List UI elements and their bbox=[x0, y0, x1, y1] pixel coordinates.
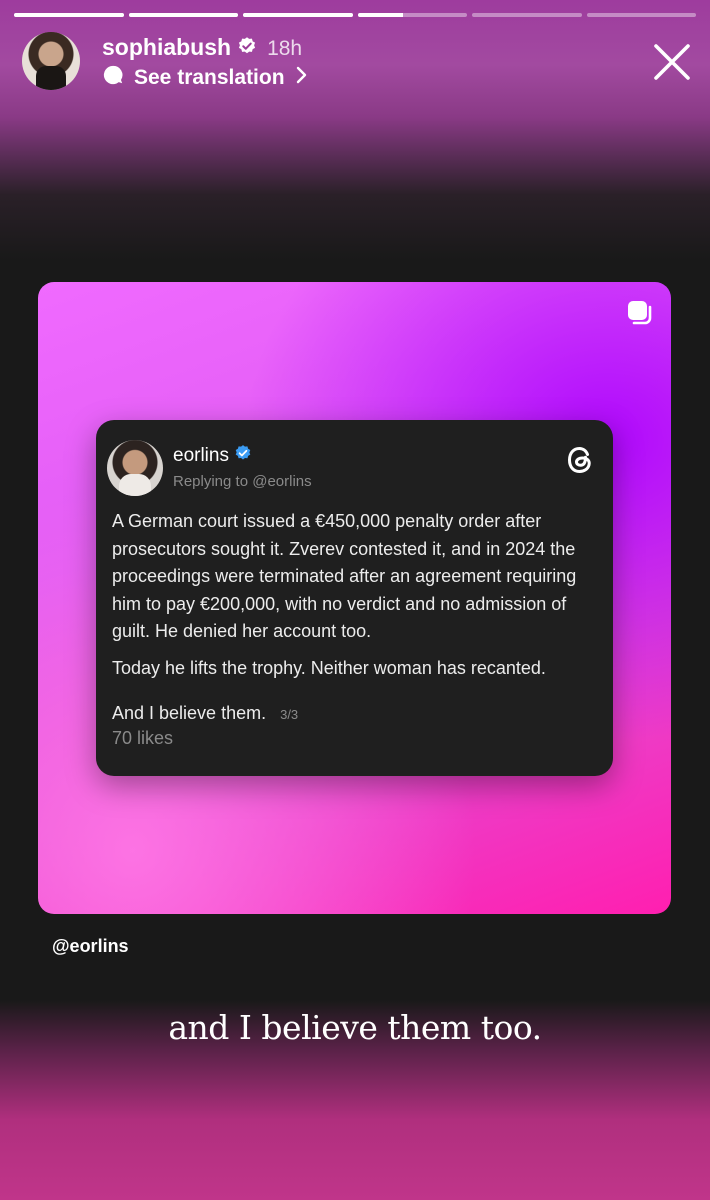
story-header: sophiabush 18h See translation bbox=[22, 30, 692, 90]
stack-icon[interactable] bbox=[625, 298, 655, 328]
username-row[interactable]: sophiabush 18h bbox=[102, 34, 302, 62]
story-progress-segment bbox=[472, 13, 582, 17]
story-progress-bar bbox=[14, 13, 696, 17]
shared-post-card[interactable]: eorlins Replying to @eorlins A German co… bbox=[38, 282, 671, 914]
story-progress-segment bbox=[586, 13, 696, 17]
likes-count[interactable]: 70 likes bbox=[112, 728, 173, 749]
post-username: eorlins bbox=[173, 445, 229, 467]
story-progress-segment bbox=[128, 13, 238, 17]
threads-post[interactable]: eorlins Replying to @eorlins A German co… bbox=[96, 420, 613, 776]
post-paragraph: Today he lifts the trophy. Neither woman… bbox=[112, 657, 546, 678]
replying-to-label: Replying to @eorlins bbox=[173, 473, 312, 490]
threads-logo-icon bbox=[563, 442, 599, 478]
story-caption: and I believe them too. bbox=[168, 1008, 542, 1047]
translate-icon bbox=[102, 64, 124, 92]
see-translation-button[interactable]: See translation bbox=[102, 64, 309, 92]
post-paragraph-last: And I believe them. 3/3 bbox=[112, 700, 602, 729]
username[interactable]: sophiabush bbox=[102, 34, 231, 60]
mention-tag[interactable]: @eorlins bbox=[52, 936, 129, 957]
avatar[interactable] bbox=[22, 32, 80, 90]
story-progress-segment bbox=[243, 13, 353, 17]
see-translation-label: See translation bbox=[134, 66, 285, 89]
post-username-row: eorlins bbox=[173, 444, 252, 468]
post-body: A German court issued a €450,000 penalty… bbox=[112, 508, 602, 738]
page-indicator: 3/3 bbox=[280, 707, 299, 722]
story-progress-segment bbox=[357, 13, 467, 17]
chevron-right-icon bbox=[295, 66, 309, 90]
timestamp: 18h bbox=[267, 37, 303, 60]
post-paragraph: A German court issued a €450,000 penalty… bbox=[112, 511, 577, 641]
post-last-line: And I believe them. bbox=[112, 703, 267, 723]
story-progress-segment bbox=[14, 13, 124, 17]
post-avatar bbox=[107, 440, 163, 496]
close-icon[interactable] bbox=[652, 42, 692, 82]
verified-badge-icon bbox=[234, 444, 252, 468]
verified-icon bbox=[237, 35, 257, 62]
